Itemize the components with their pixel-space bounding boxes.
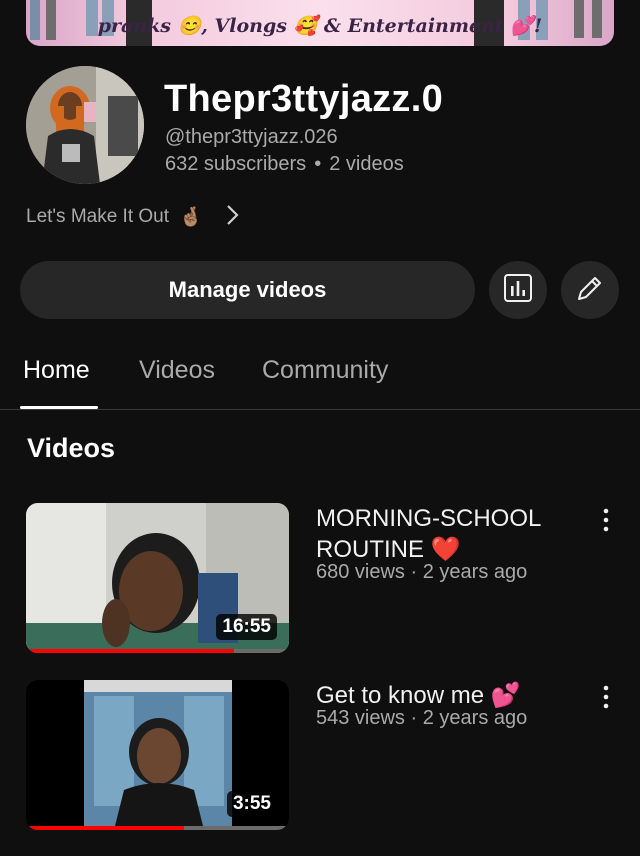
chevron-right-icon bbox=[225, 204, 239, 231]
analytics-icon bbox=[503, 273, 533, 308]
channel-tabs: Home Videos Community bbox=[0, 348, 640, 410]
manage-videos-button[interactable]: Manage videos bbox=[20, 261, 475, 319]
watch-progress-track bbox=[26, 649, 289, 653]
more-options-button[interactable] bbox=[596, 507, 616, 537]
watch-progress bbox=[26, 649, 234, 653]
video-title[interactable]: MORNING-SCHOOL ROUTINE ❤️ bbox=[316, 503, 578, 565]
channel-stats: 632 subscribers • 2 videos bbox=[165, 153, 404, 176]
video-item[interactable]: 3:55 Get to know me 💕 543 views · 2 year… bbox=[0, 680, 640, 830]
video-thumbnail[interactable]: 16:55 bbox=[26, 503, 289, 653]
channel-description: Let's Make It Out bbox=[26, 206, 170, 227]
channel-banner: pranks 😊, Vlongs 🥰 & Entertainment 💕! bbox=[26, 0, 614, 46]
meta-separator: · bbox=[410, 561, 418, 583]
edit-channel-button[interactable] bbox=[561, 261, 619, 319]
channel-avatar[interactable] bbox=[26, 66, 144, 184]
kebab-menu-icon bbox=[603, 508, 609, 537]
section-title-videos: Videos bbox=[27, 433, 116, 463]
analytics-button[interactable] bbox=[489, 261, 547, 319]
banner-tagline: pranks 😊, Vlongs 🥰 & Entertainment 💕! bbox=[97, 15, 543, 37]
channel-description-row[interactable]: Let's Make It Out 🤞🏽 bbox=[26, 203, 239, 231]
subscriber-count: 632 subscribers bbox=[165, 153, 307, 175]
watch-progress bbox=[26, 826, 184, 830]
more-options-button[interactable] bbox=[596, 684, 616, 714]
meta-separator: · bbox=[410, 707, 418, 729]
tabs-divider bbox=[0, 409, 640, 410]
video-count: 2 videos bbox=[329, 153, 404, 175]
avatar-photo bbox=[26, 66, 144, 184]
video-meta: 680 views · 2 years ago bbox=[316, 561, 527, 584]
video-meta: 543 views · 2 years ago bbox=[316, 707, 527, 730]
crossed-fingers-emoji: 🤞🏽 bbox=[179, 207, 203, 228]
kebab-menu-icon bbox=[603, 685, 609, 714]
video-thumbnail[interactable]: 3:55 bbox=[26, 680, 289, 830]
upload-age: 2 years ago bbox=[422, 561, 528, 583]
view-count: 680 views bbox=[316, 561, 405, 583]
video-duration: 3:55 bbox=[226, 791, 277, 817]
tab-videos[interactable]: Videos bbox=[139, 356, 215, 385]
view-count: 543 views bbox=[316, 707, 405, 729]
stats-separator: • bbox=[314, 153, 322, 175]
tab-community[interactable]: Community bbox=[262, 356, 388, 385]
video-duration: 16:55 bbox=[216, 614, 277, 640]
upload-age: 2 years ago bbox=[422, 707, 528, 729]
watch-progress-track bbox=[26, 826, 289, 830]
video-item[interactable]: 16:55 MORNING-SCHOOL ROUTINE ❤️ 680 view… bbox=[0, 503, 640, 653]
channel-handle: @thepr3ttyjazz.026 bbox=[165, 126, 338, 148]
pencil-icon bbox=[575, 273, 605, 308]
tab-home[interactable]: Home bbox=[23, 356, 90, 385]
channel-name: Thepr3ttyjazz.0 bbox=[164, 78, 444, 120]
